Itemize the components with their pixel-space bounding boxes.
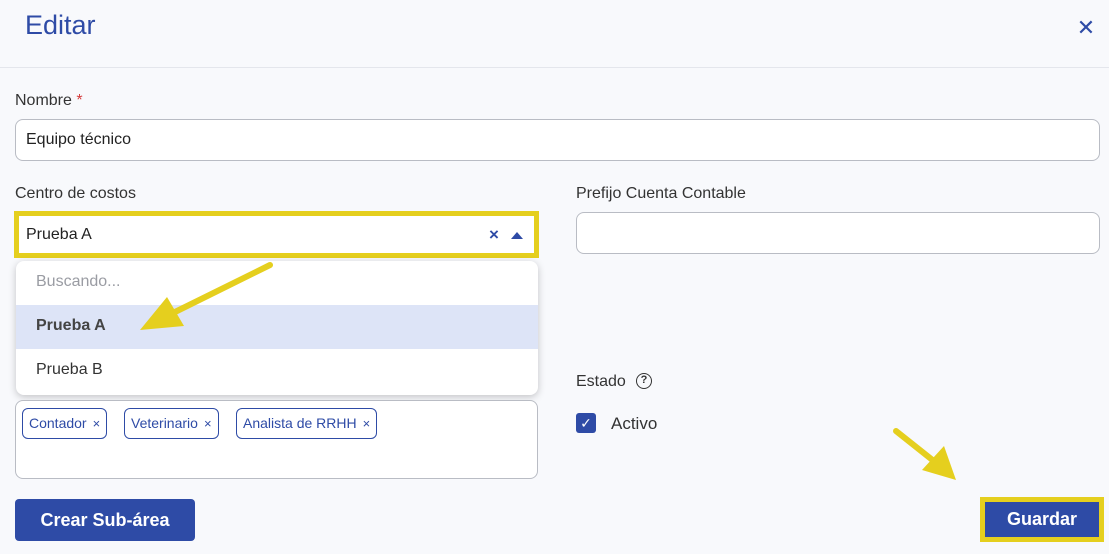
dropdown-option-prueba-b[interactable]: Prueba B — [16, 349, 538, 393]
remove-tag-icon[interactable]: × — [363, 416, 371, 431]
tag-chip: Analista de RRHH × — [236, 408, 378, 439]
nombre-input-value: Equipo técnico — [26, 131, 131, 148]
tag-label: Analista de RRHH — [243, 415, 357, 431]
save-button[interactable]: Guardar — [985, 502, 1099, 537]
tag-chip: Veterinario × — [124, 408, 219, 439]
nombre-input[interactable]: Equipo técnico — [15, 119, 1100, 161]
close-icon[interactable]: ✕ — [1076, 17, 1096, 39]
dialog-header: Editar ✕ — [0, 0, 1109, 68]
cargos-multiselect[interactable]: Contador × Veterinario × Analista de RRHH × — [15, 400, 538, 479]
centro-costos-value: Prueba A — [26, 226, 92, 243]
centro-costos-label: Centro de costos — [15, 185, 136, 202]
dropdown-searching: Buscando... — [36, 273, 121, 290]
dialog-title: Editar — [25, 10, 96, 40]
nombre-label: Nombre * — [15, 92, 83, 110]
remove-tag-icon[interactable]: × — [93, 416, 101, 431]
activo-checkbox[interactable]: ✓ — [576, 413, 596, 433]
clear-selection-icon[interactable]: × — [489, 225, 499, 245]
required-mark: * — [76, 92, 83, 109]
tag-label: Contador — [29, 415, 87, 431]
estado-label: Estado — [576, 373, 626, 390]
tag-label: Veterinario — [131, 415, 198, 431]
activo-label: Activo — [611, 414, 658, 433]
arrow-to-guardar — [893, 428, 956, 480]
prefijo-label: Prefijo Cuenta Contable — [576, 185, 746, 202]
remove-tag-icon[interactable]: × — [204, 416, 212, 431]
centro-costos-select[interactable]: Prueba A × — [14, 211, 539, 258]
nombre-label-text: Nombre — [15, 92, 72, 109]
centro-costos-dropdown: Buscando... Prueba A Prueba B — [16, 261, 538, 395]
tag-chip: Contador × — [22, 408, 108, 439]
dropdown-option-prueba-a[interactable]: Prueba A — [16, 305, 538, 349]
prefijo-input[interactable] — [576, 212, 1100, 254]
create-sub-area-button[interactable]: Crear Sub-área — [15, 499, 195, 541]
caret-up-icon[interactable] — [511, 232, 523, 239]
save-button-highlight: Guardar — [980, 497, 1104, 542]
help-icon[interactable]: ? — [636, 373, 652, 389]
